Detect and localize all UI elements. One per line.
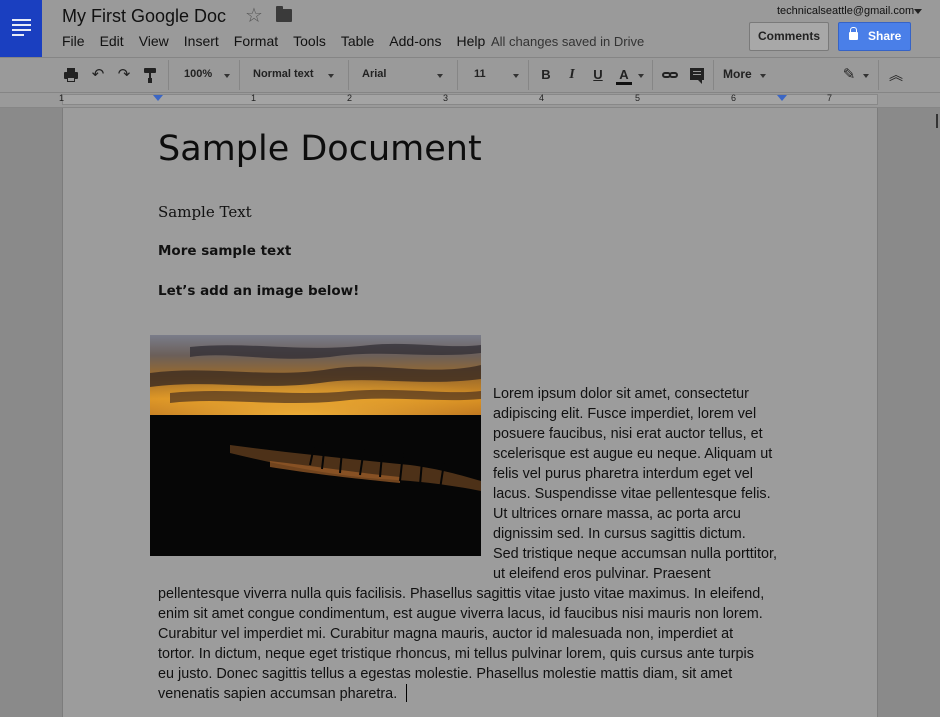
scrollbar-thumb[interactable] <box>936 114 938 128</box>
docs-home-icon[interactable] <box>0 0 42 57</box>
document-subtitle[interactable]: Sample Text <box>158 203 252 221</box>
ruler: 1 1 2 3 4 5 6 7 <box>0 93 940 108</box>
undo-icon[interactable]: ↶ <box>89 66 107 84</box>
underline-icon[interactable]: U <box>589 66 607 84</box>
menu-add-ons[interactable]: Add-ons <box>389 33 441 49</box>
save-status[interactable]: All changes saved in Drive <box>491 34 644 49</box>
ruler-number: 3 <box>443 93 449 103</box>
menu-help[interactable]: Help <box>456 33 485 49</box>
account-caret-icon[interactable] <box>914 9 922 14</box>
text-line: eu justo. Donec sagittis tellus a egesta… <box>158 666 733 682</box>
link-icon[interactable] <box>661 66 679 84</box>
star-icon[interactable]: ☆ <box>245 3 263 28</box>
share-label: Share <box>868 29 902 43</box>
redo-icon[interactable]: ↷ <box>115 66 133 84</box>
editing-mode-caret-icon[interactable] <box>863 74 869 78</box>
document-paragraph[interactable]: More sample text <box>158 243 291 259</box>
zoom-select[interactable]: 100% <box>184 68 212 80</box>
text-line: Ut ultrices ornare massa, ac porta arcu <box>493 506 741 522</box>
collapse-menus-icon[interactable]: ︽ <box>887 66 905 84</box>
italic-icon[interactable]: I <box>563 66 581 84</box>
text-color-icon: A <box>619 67 629 82</box>
document-heading[interactable]: Sample Document <box>158 129 482 169</box>
comment-icon[interactable] <box>688 66 706 84</box>
text-color-button[interactable]: A <box>615 66 633 85</box>
text-line: Lorem ipsum dolor sit amet, consectetur <box>493 386 749 402</box>
text-line: dignissim sed. In cursus sagittis dictum… <box>493 526 746 542</box>
ruler-number: 1 <box>251 93 257 103</box>
folder-icon[interactable] <box>276 6 292 22</box>
bold-icon[interactable]: B <box>537 66 555 84</box>
share-button[interactable]: Share <box>838 22 911 51</box>
text-line: felis vel purus pharetra interdum eget v… <box>493 466 753 482</box>
ruler-number: 6 <box>731 93 737 103</box>
text-line: adipiscing elit. Fusce imperdiet, lorem … <box>493 406 757 422</box>
text-line: pellentesque viverra nulla quis facilisi… <box>158 586 765 602</box>
app-header: My First Google Doc ☆ File Edit View Ins… <box>0 0 940 57</box>
font-size-caret-icon[interactable] <box>513 74 519 78</box>
editing-mode-icon[interactable]: ✎ <box>840 66 858 84</box>
text-color-caret-icon[interactable] <box>638 74 644 78</box>
text-line: tortor. In dictum, neque eget tristique … <box>158 646 754 662</box>
document-canvas[interactable]: Sample Document Sample Text More sample … <box>0 108 940 717</box>
text-line: Curabitur vel imperdiet mi. Curabitur ma… <box>158 626 734 642</box>
print-icon[interactable] <box>62 66 80 84</box>
lock-icon <box>849 27 858 40</box>
more-caret-icon[interactable] <box>760 74 766 78</box>
menu-insert[interactable]: Insert <box>184 33 219 49</box>
style-caret-icon[interactable] <box>328 74 334 78</box>
style-select[interactable]: Normal text <box>253 68 314 80</box>
left-indent-marker[interactable] <box>153 95 163 101</box>
vertical-scrollbar[interactable] <box>930 108 940 717</box>
text-line: enim sit amet congue condimentum, est au… <box>158 606 763 622</box>
text-line: scelerisque est augue eu neque. Aliquam … <box>493 446 773 462</box>
text-line: venenatis sapien accumsan pharetra. <box>158 686 398 702</box>
text-line: Sed tristique neque accumsan nulla portt… <box>493 546 777 562</box>
text-line: posuere faucibus, nisi erat auctor tellu… <box>493 426 763 442</box>
zoom-caret-icon[interactable] <box>224 74 230 78</box>
ruler-number: 5 <box>635 93 641 103</box>
menu-view[interactable]: View <box>139 33 169 49</box>
text-cursor <box>406 684 407 702</box>
wrapped-paragraph[interactable]: Lorem ipsum dolor sit amet, consectetur … <box>493 384 785 584</box>
menu-edit[interactable]: Edit <box>100 33 124 49</box>
text-line: lacus. Suspendisse vitae pellentesque fe… <box>493 486 771 502</box>
ruler-number: 7 <box>827 93 833 103</box>
ruler-number: 2 <box>347 93 353 103</box>
paint-format-icon[interactable] <box>141 66 159 84</box>
menu-tools[interactable]: Tools <box>293 33 326 49</box>
account-email[interactable]: technicalseattle@gmail.com <box>777 5 914 17</box>
more-button[interactable]: More <box>723 67 752 81</box>
text-line: ut eleifend eros pulvinar. Praesent <box>493 566 711 582</box>
font-caret-icon[interactable] <box>437 74 443 78</box>
font-select[interactable]: Arial <box>362 68 386 80</box>
menu-table[interactable]: Table <box>341 33 374 49</box>
comments-button[interactable]: Comments <box>749 22 829 51</box>
menu-file[interactable]: File <box>62 33 85 49</box>
ruler-number: 1 <box>59 93 65 103</box>
menu-bar: File Edit View Insert Format Tools Table… <box>62 33 500 49</box>
ruler-track <box>62 94 878 105</box>
ruler-number: 4 <box>539 93 545 103</box>
menu-format[interactable]: Format <box>234 33 278 49</box>
body-paragraph[interactable]: pellentesque viverra nulla quis facilisi… <box>158 584 788 704</box>
text-color-swatch <box>616 82 632 85</box>
toolbar: ↶ ↷ 100% Normal text Arial 11 B I U A Mo… <box>0 57 940 93</box>
sunset-image[interactable] <box>150 335 481 556</box>
font-size-select[interactable]: 11 <box>474 68 486 80</box>
document-title[interactable]: My First Google Doc <box>62 6 226 27</box>
document-paragraph[interactable]: Let’s add an image below! <box>158 283 359 299</box>
right-indent-marker[interactable] <box>777 95 787 101</box>
